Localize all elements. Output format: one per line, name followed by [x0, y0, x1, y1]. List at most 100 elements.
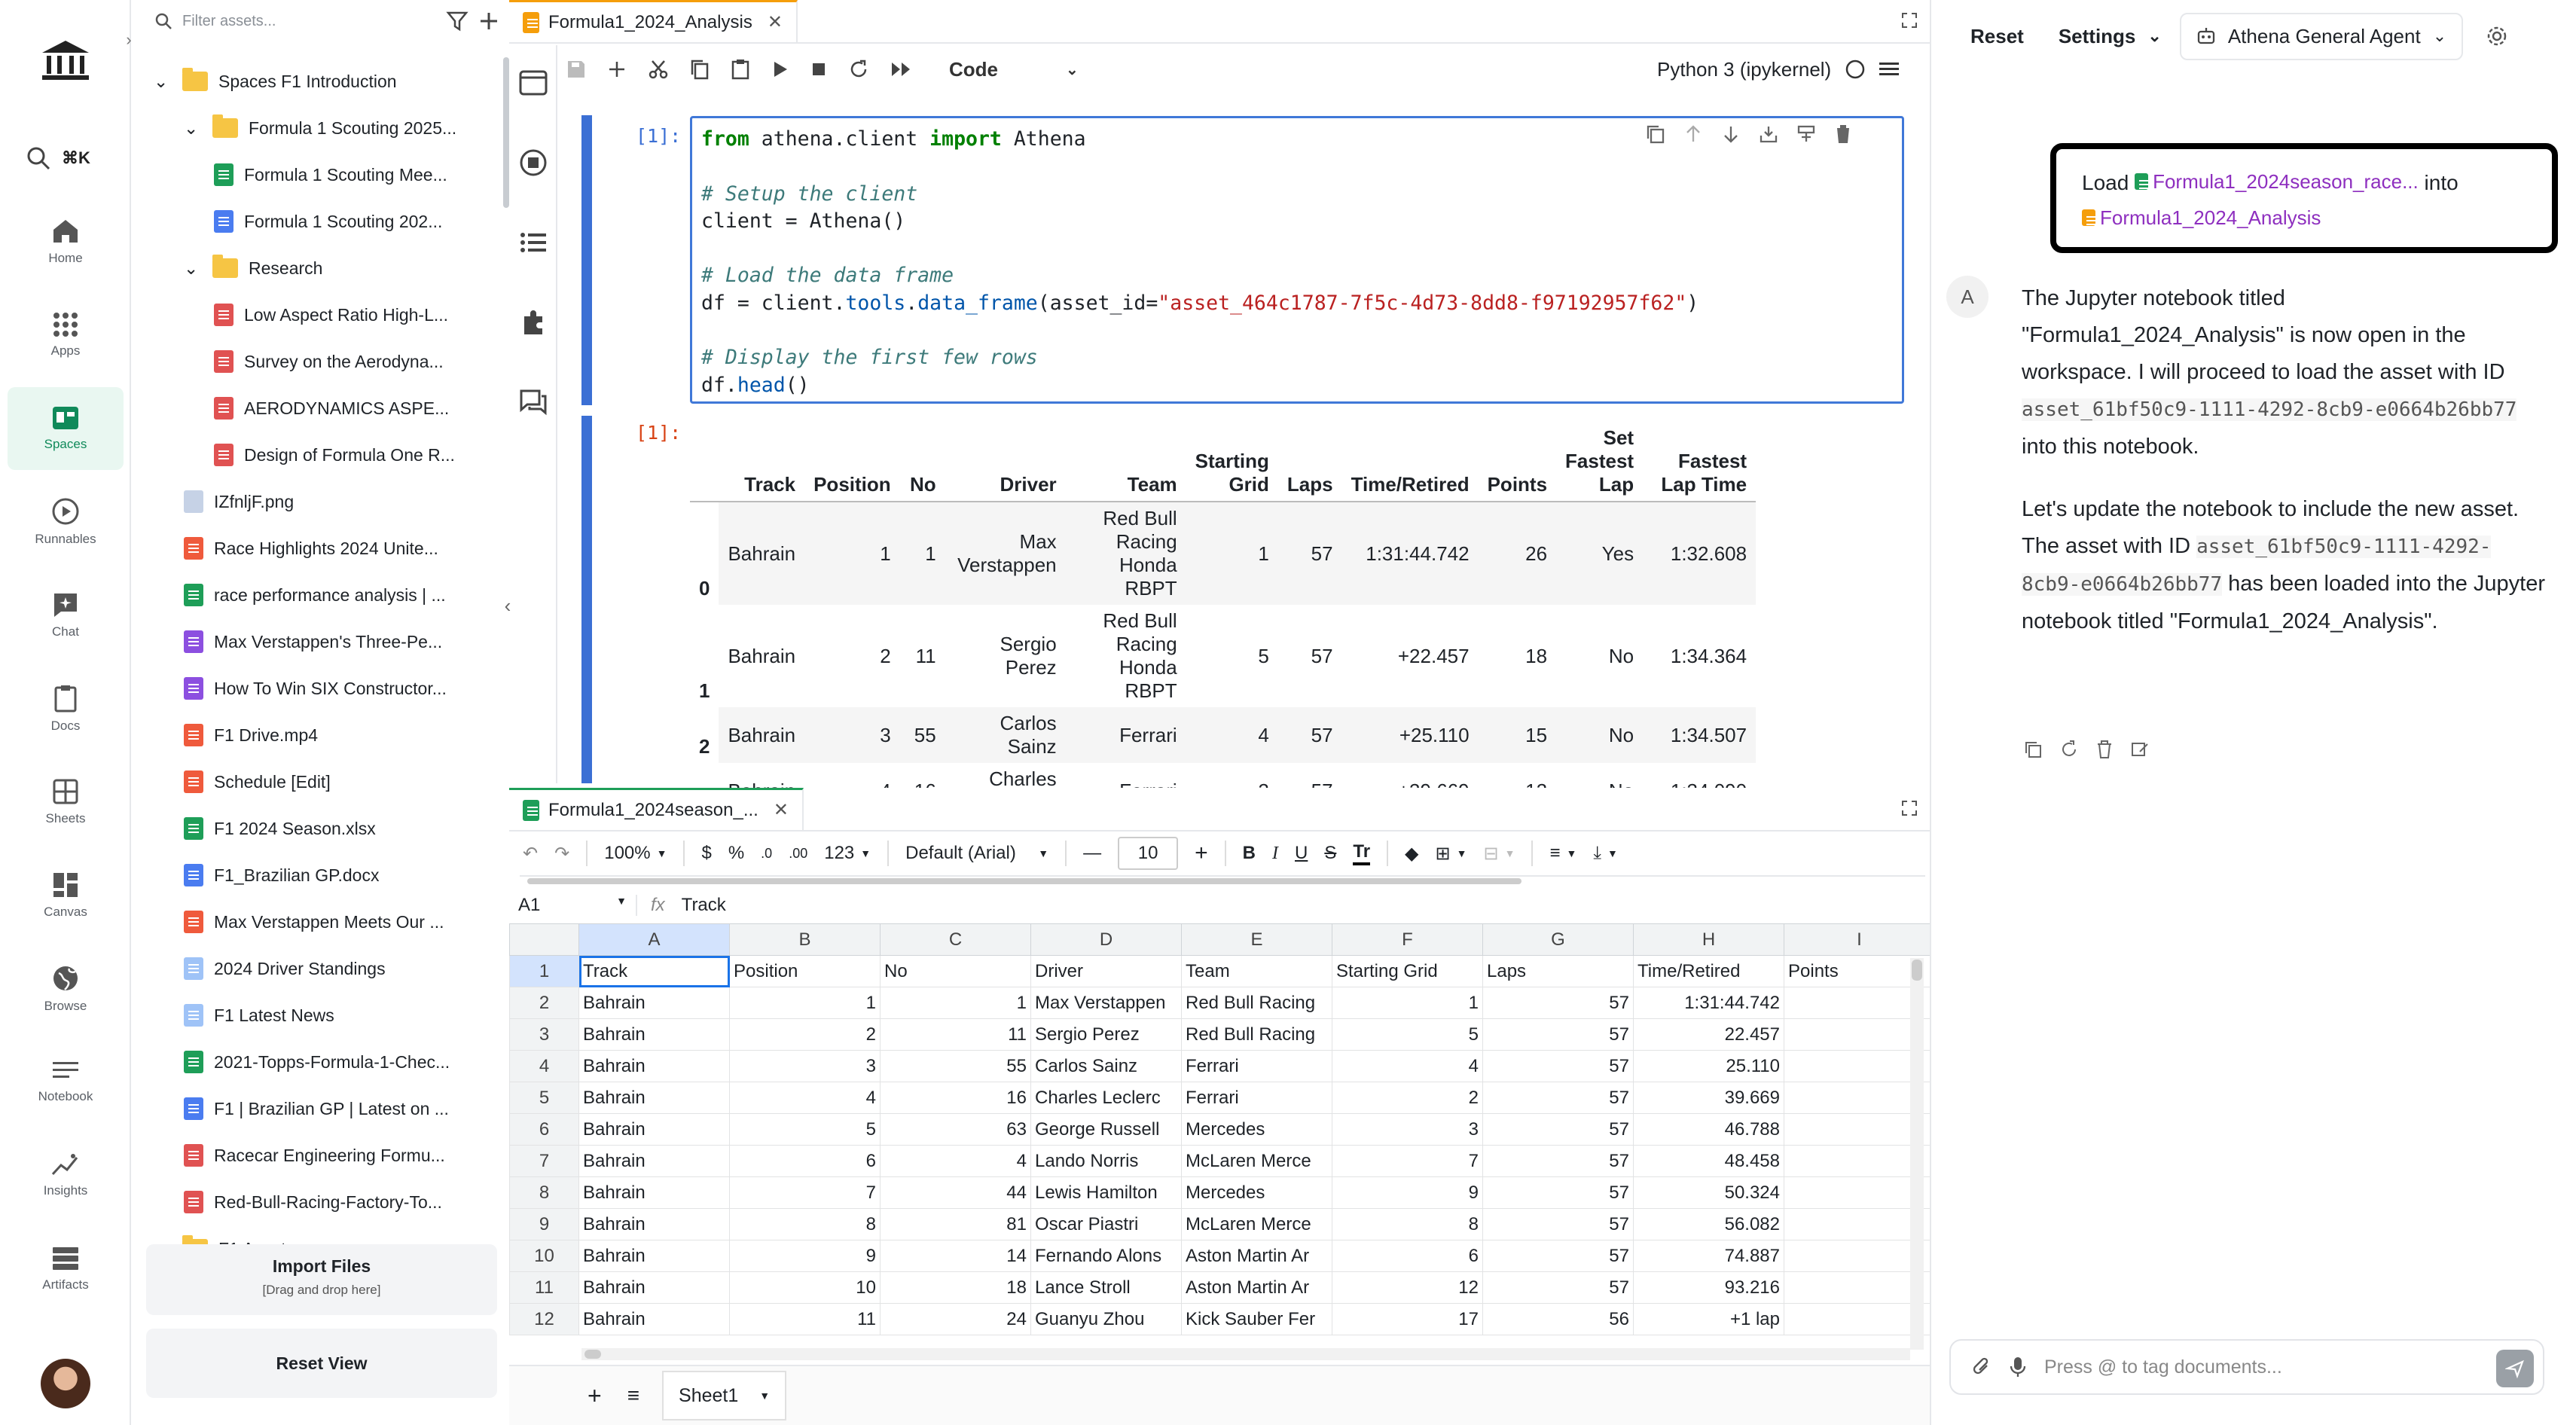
cell-reference-box[interactable]: A1 ▼: [509, 895, 637, 916]
run-all-icon[interactable]: [890, 60, 913, 78]
sheet-cell[interactable]: 57: [1482, 1145, 1634, 1177]
sheet-cell[interactable]: 9: [1332, 1176, 1483, 1209]
row-header[interactable]: 1: [509, 955, 579, 987]
sheet-cell[interactable]: 24: [880, 1303, 1031, 1335]
sheet-cell[interactable]: Red Bull Racing: [1181, 1018, 1332, 1051]
send-button[interactable]: [2496, 1350, 2534, 1387]
sheet-cell[interactable]: 57: [1482, 1018, 1634, 1051]
global-search-button[interactable]: ⌘K: [18, 137, 116, 179]
sheet-cell[interactable]: 18: [880, 1271, 1031, 1304]
select-all-corner[interactable]: [509, 923, 579, 956]
tree-item[interactable]: 2024 Driver Standings: [184, 946, 530, 991]
column-header[interactable]: I: [1784, 923, 1935, 956]
sheet-cell[interactable]: Team: [1181, 955, 1332, 987]
sheet-cell[interactable]: 22.457: [1633, 1018, 1784, 1051]
tree-item[interactable]: Red-Bull-Racing-Factory-To...: [184, 1179, 530, 1225]
nav-item-docs[interactable]: Docs: [8, 667, 124, 750]
sheet-cell[interactable]: 57: [1482, 1050, 1634, 1082]
tree-item[interactable]: Racecar Engineering Formu...: [184, 1133, 530, 1178]
tree-folder[interactable]: ⌄ Spaces F1 Introduction: [154, 59, 500, 104]
sheet-cell[interactable]: Guanyu Zhou: [1030, 1303, 1182, 1335]
settings-dropdown[interactable]: Settings ⌄: [2059, 25, 2162, 48]
sheet-cell[interactable]: Bahrain: [578, 1050, 730, 1082]
decrease-font-size-icon[interactable]: —: [1083, 843, 1101, 864]
chevron-down-icon[interactable]: ⌄: [184, 118, 202, 139]
sheet-cell[interactable]: 9: [729, 1240, 881, 1272]
sheet-cell[interactable]: 57: [1482, 1113, 1634, 1146]
column-header[interactable]: H: [1633, 923, 1784, 956]
row-header[interactable]: 4: [509, 1050, 579, 1082]
sheet-cell[interactable]: Aston Martin Ar: [1181, 1271, 1332, 1304]
sheet-cell[interactable]: 93.216: [1633, 1271, 1784, 1304]
sheet-cell[interactable]: 11: [880, 1018, 1031, 1051]
nav-item-canvas[interactable]: Canvas: [8, 854, 124, 937]
tree-item[interactable]: F1 Latest News: [184, 993, 530, 1038]
sheet-cell[interactable]: Lewis Hamilton: [1030, 1176, 1182, 1209]
nav-item-sheets[interactable]: Sheets: [8, 761, 124, 844]
sheet-cell[interactable]: 48.458: [1633, 1145, 1784, 1177]
sheet-cell[interactable]: 17: [1332, 1303, 1483, 1335]
sheet-cell[interactable]: Fernando Alons: [1030, 1240, 1182, 1272]
sheet-cell[interactable]: 44: [880, 1176, 1031, 1209]
grid-scrollbar[interactable]: [1910, 958, 1924, 1350]
nav-item-apps[interactable]: Apps: [8, 294, 124, 377]
comments-icon[interactable]: [518, 387, 548, 417]
sheet-tab[interactable]: Formula1_2024season_... ✕: [509, 788, 804, 830]
tree-item[interactable]: F1_Brazilian GP.docx: [184, 853, 530, 898]
sheet-cell[interactable]: George Russell: [1030, 1113, 1182, 1146]
paste-icon[interactable]: [731, 59, 750, 80]
sheet-cell[interactable]: Track: [578, 955, 730, 987]
horizontal-align-select[interactable]: ≡ ▼: [1549, 843, 1576, 864]
cell-type-select[interactable]: Code ⌄: [949, 58, 1079, 81]
tree-folder[interactable]: ⌄ Research: [184, 246, 530, 291]
tree-item[interactable]: Max Verstappen's Three-Pe...: [184, 619, 530, 664]
tree-item[interactable]: How To Win SIX Constructor...: [184, 666, 530, 711]
folder-view-icon[interactable]: [518, 68, 548, 98]
filter-assets-input[interactable]: Filter assets...: [182, 13, 437, 30]
zoom-select[interactable]: 100% ▼: [604, 843, 667, 864]
sheet-cell[interactable]: Oscar Piastri: [1030, 1208, 1182, 1240]
trash-icon[interactable]: [2095, 740, 2114, 759]
copy-icon[interactable]: [690, 59, 710, 80]
tree-item[interactable]: Max Verstappen Meets Our ...: [184, 899, 530, 944]
tree-item[interactable]: 2021-Topps-Formula-1-Chec...: [184, 1039, 530, 1085]
sheet-cell[interactable]: Sergio Perez: [1030, 1018, 1182, 1051]
number-format-select[interactable]: 123 ▼: [824, 843, 871, 864]
sheet-cell[interactable]: Bahrain: [578, 1145, 730, 1177]
sheet-cell[interactable]: Position: [729, 955, 881, 987]
delete-cell-icon[interactable]: [1833, 124, 1853, 145]
row-header[interactable]: 11: [509, 1271, 579, 1304]
insert-above-icon[interactable]: [1758, 124, 1779, 145]
borders-select[interactable]: ⊞ ▼: [1436, 843, 1467, 865]
undo-icon[interactable]: ↶: [523, 843, 538, 865]
sheet-cell[interactable]: Bahrain: [578, 1113, 730, 1146]
sheet-cell[interactable]: 3: [729, 1050, 881, 1082]
sheet-cell[interactable]: 63: [880, 1113, 1031, 1146]
formula-input[interactable]: Track: [679, 895, 726, 916]
sheet-cell[interactable]: Laps: [1482, 955, 1634, 987]
sheet-cell[interactable]: 55: [880, 1050, 1031, 1082]
sheet-cell[interactable]: 6: [1332, 1240, 1483, 1272]
sheet-cell[interactable]: Carlos Sainz: [1030, 1050, 1182, 1082]
toolbar-scrollbar[interactable]: [527, 878, 1521, 884]
column-header[interactable]: F: [1332, 923, 1483, 956]
sheet-cell[interactable]: Bahrain: [578, 1271, 730, 1304]
sheet-cell[interactable]: Time/Retired: [1633, 955, 1784, 987]
sheet-cell[interactable]: Bahrain: [578, 1176, 730, 1209]
sheet-cell[interactable]: 7: [729, 1176, 881, 1209]
filter-icon[interactable]: [446, 10, 469, 32]
column-header[interactable]: D: [1030, 923, 1182, 956]
sheet-cell[interactable]: Lando Norris: [1030, 1145, 1182, 1177]
sheet-cell[interactable]: 2: [729, 1018, 881, 1051]
bank-logo-icon[interactable]: [39, 38, 92, 83]
underline-icon[interactable]: U: [1295, 843, 1308, 864]
sheet-cell[interactable]: 6: [729, 1145, 881, 1177]
row-header[interactable]: 10: [509, 1240, 579, 1272]
stop-kernel-icon[interactable]: [518, 148, 548, 178]
sheet-cell[interactable]: Max Verstappen: [1030, 987, 1182, 1019]
bold-icon[interactable]: B: [1243, 843, 1256, 864]
sheet-cell[interactable]: 39.669: [1633, 1082, 1784, 1114]
sheet-cell[interactable]: 1: [1332, 987, 1483, 1019]
maximize-icon[interactable]: [1900, 11, 1919, 30]
attachment-icon[interactable]: [1972, 1356, 1992, 1378]
